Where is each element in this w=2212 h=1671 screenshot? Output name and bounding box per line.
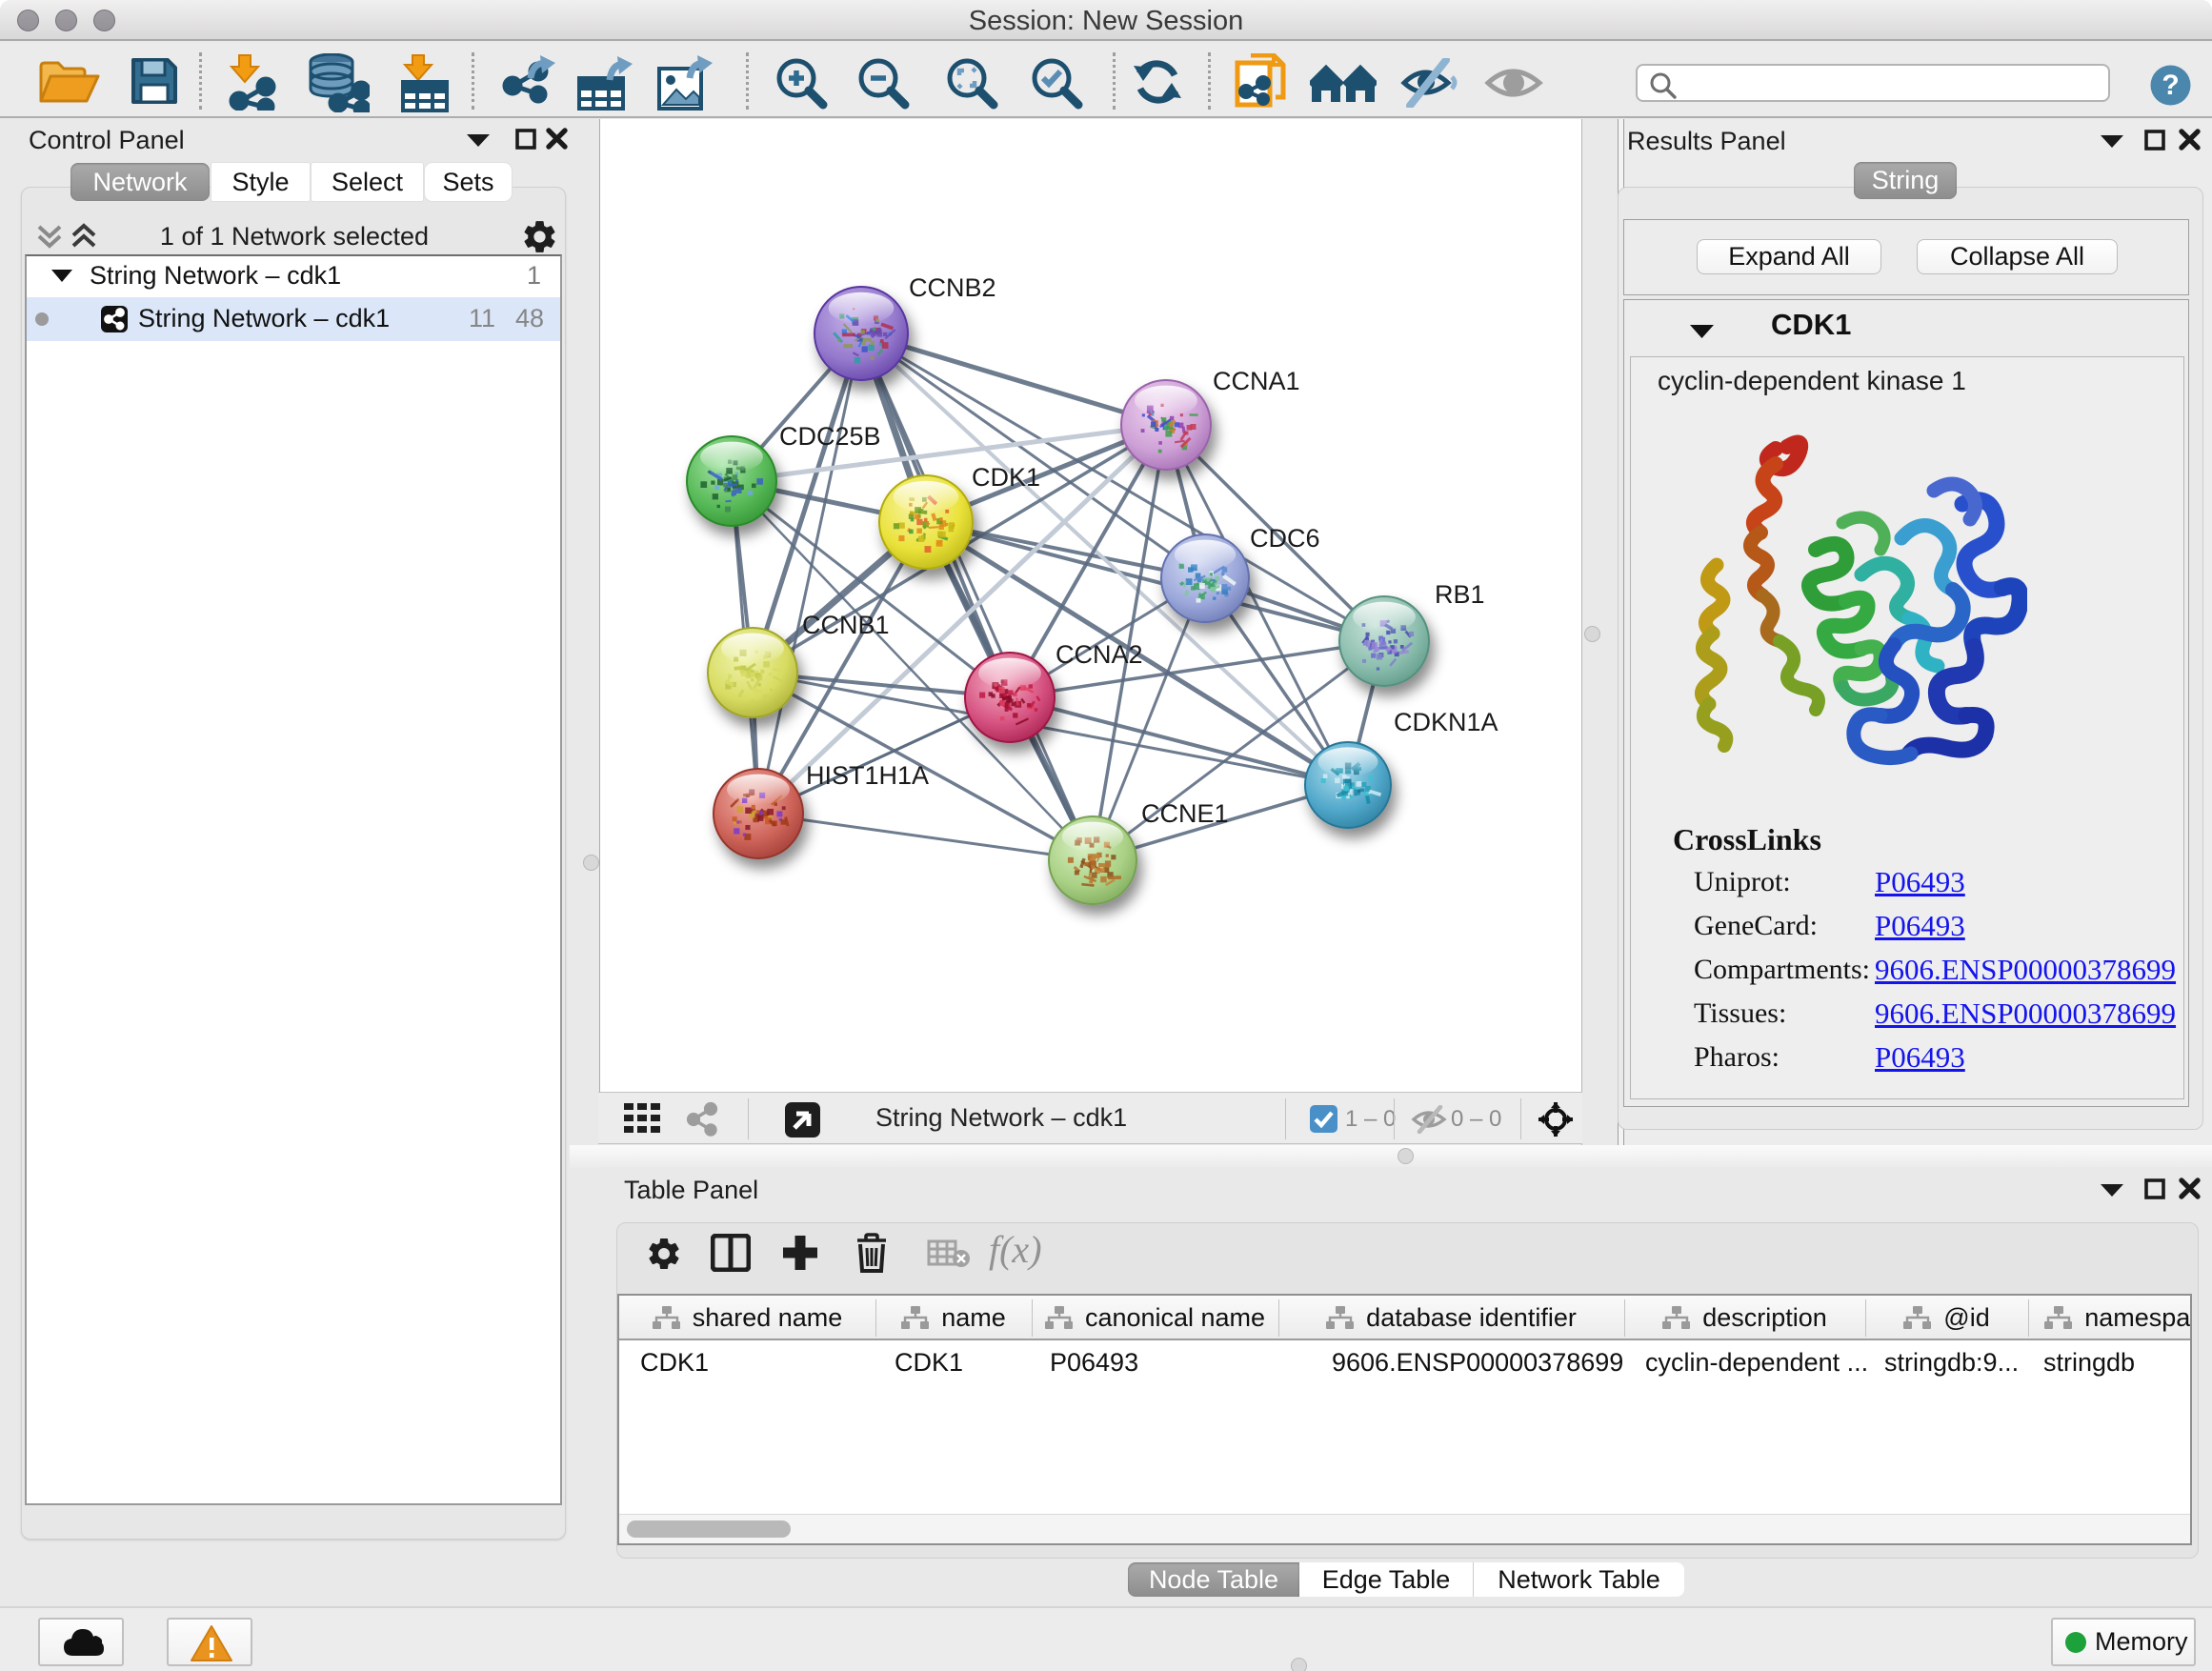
svg-text:CDC6: CDC6: [1250, 524, 1320, 553]
svg-text:CCNB1: CCNB1: [802, 611, 890, 639]
svg-text:CCNA2: CCNA2: [1056, 640, 1143, 669]
svg-text:CDK1: CDK1: [972, 463, 1040, 492]
svg-text:CCNB2: CCNB2: [909, 273, 996, 302]
svg-text:CCNA1: CCNA1: [1213, 367, 1300, 395]
svg-text:?: ?: [2162, 70, 2179, 101]
svg-text:CDKN1A: CDKN1A: [1394, 708, 1498, 736]
svg-text:CDC25B: CDC25B: [779, 422, 881, 451]
svg-text:RB1: RB1: [1435, 580, 1485, 609]
svg-text:CCNE1: CCNE1: [1141, 799, 1229, 828]
svg-text:HIST1H1A: HIST1H1A: [806, 761, 929, 790]
